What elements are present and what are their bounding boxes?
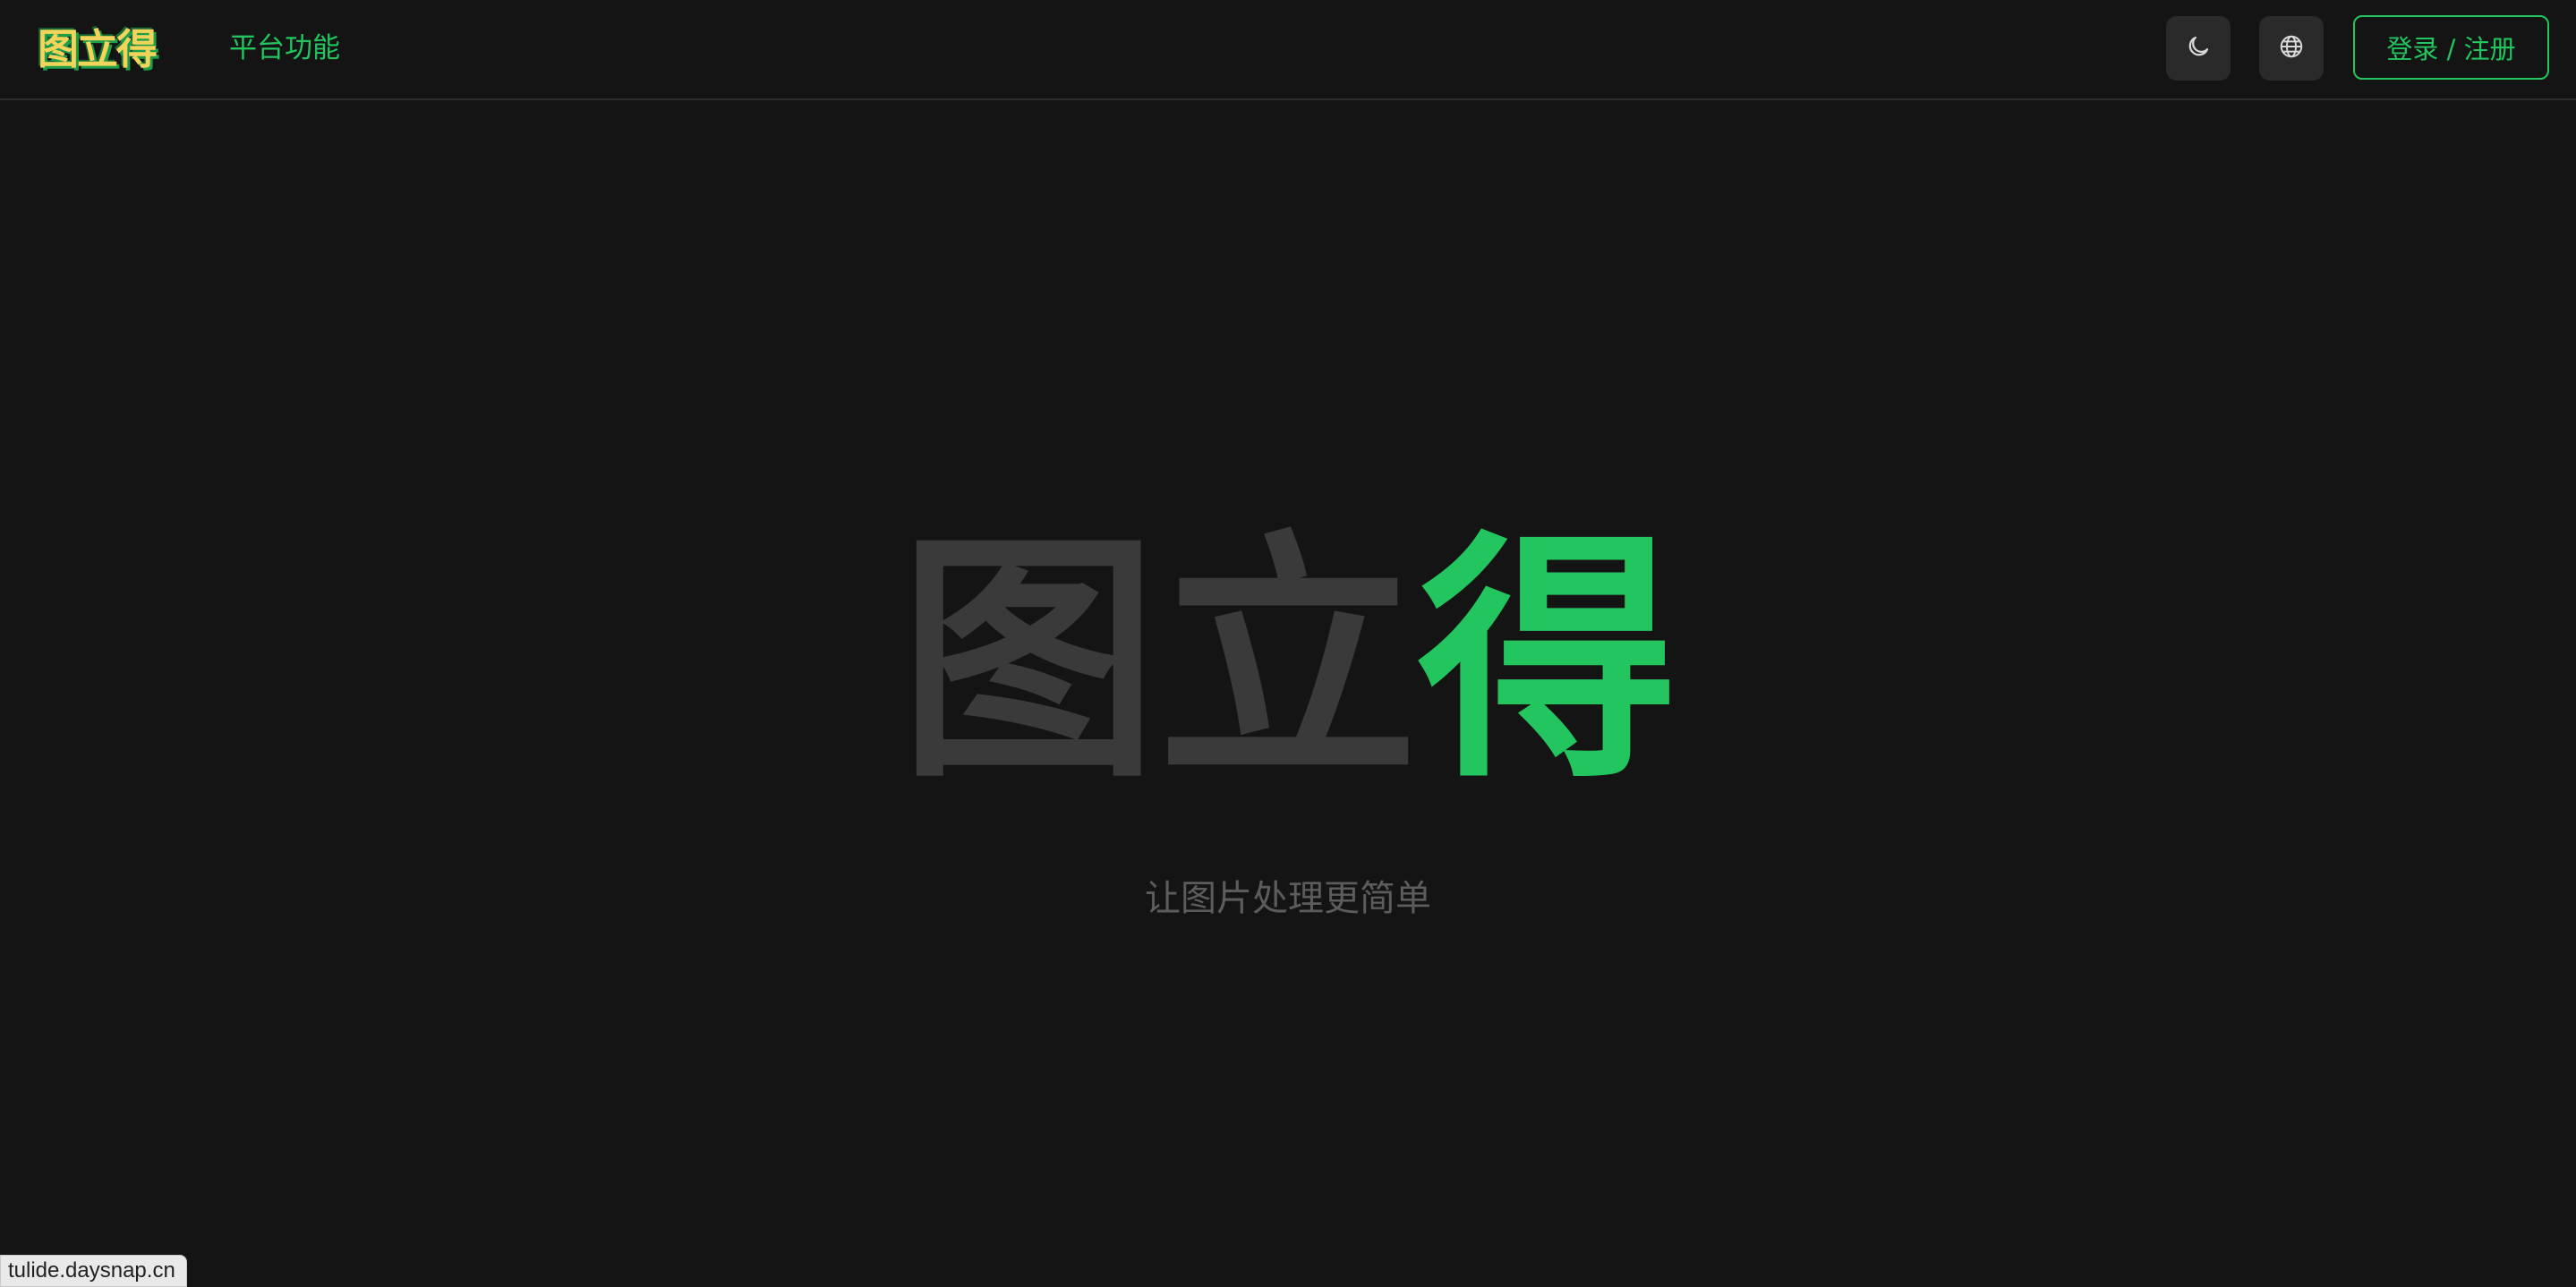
hero-title-part2: 得: [1418, 511, 1677, 813]
top-nav: 图立得 平台功能 登录 / 注册: [0, 0, 2576, 100]
logo[interactable]: 图立得: [38, 21, 158, 73]
nav-link-features[interactable]: 平台功能: [229, 27, 340, 70]
hero-title-part1: 图立: [899, 511, 1418, 813]
moon-icon: [2185, 33, 2212, 64]
hero-title: 图立得: [0, 528, 2576, 797]
language-button[interactable]: [2259, 16, 2324, 81]
page: 图立得 平台功能 登录 / 注册 图立得 让图片处理更简单 tulide.day…: [0, 0, 2576, 1287]
status-bar-url: tulide.daysnap.cn: [0, 1255, 187, 1287]
hero-subtitle: 让图片处理更简单: [1145, 878, 1431, 919]
login-register-button[interactable]: 登录 / 注册: [2353, 15, 2549, 80]
globe-icon: [2278, 33, 2305, 64]
theme-toggle-button[interactable]: [2166, 16, 2231, 81]
